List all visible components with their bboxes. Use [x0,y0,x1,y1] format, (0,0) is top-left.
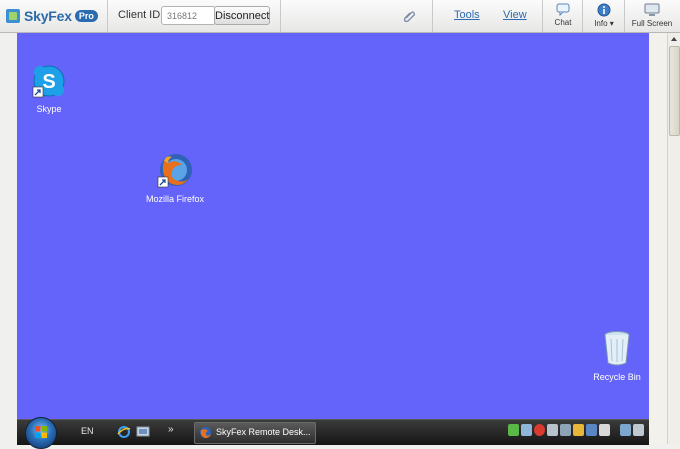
edition-badge: Pro [74,10,98,22]
taskbar-item-skyfex[interactable]: SkyFex Remote Desk... [194,422,316,444]
toolbar-divider [432,0,433,32]
update-icon[interactable] [573,424,584,436]
security-icon[interactable] [521,424,532,436]
toolbar-divider [582,0,583,32]
toolbar-divider [624,0,625,32]
show-desktop-icon[interactable] [136,425,150,439]
recycle-bin-icon [604,331,630,366]
desktop-icon-label: Mozilla Firefox [145,194,204,204]
tools-menu[interactable]: Tools [454,9,480,21]
scroll-up-arrow-icon[interactable] [671,37,677,41]
battery-icon[interactable] [560,424,571,436]
view-menu[interactable]: View [503,9,527,21]
vertical-scrollbar[interactable] [667,33,680,444]
client-id-field[interactable] [161,6,216,25]
info-icon [597,3,611,17]
desktop-icon-skype[interactable]: S Skype [25,63,73,114]
client-id-label: Client ID: [118,9,164,21]
lock-icon[interactable] [586,424,597,436]
volume-muted-icon[interactable] [633,424,644,436]
toolbar: SkyFex Pro Client ID: Disconnect Tools V… [0,0,680,33]
info-button[interactable]: Info ▾ [588,3,620,31]
language-indicator[interactable]: EN [81,426,94,436]
toolbar-divider [280,0,281,32]
skyfex-logo: SkyFex Pro [6,7,98,25]
start-button[interactable] [25,417,57,449]
system-tray [508,424,644,440]
info-label: Info ▾ [594,19,614,28]
printer-icon[interactable] [547,424,558,436]
taskbar-overflow-chevron[interactable]: » [168,424,174,435]
svg-text:S: S [42,71,55,93]
firefox-small-icon [200,427,211,438]
toolbar-divider [107,0,108,32]
chat-icon [556,3,570,16]
windows-logo-icon [35,426,47,438]
remote-desktop[interactable]: S Skype Mozilla Firefox Recycle Bin [17,33,649,419]
monitor-icon [644,3,660,16]
chat-label: Chat [554,18,572,27]
brand-name: SkyFex [24,8,72,24]
error-icon[interactable] [534,424,545,436]
scrollbar-thumb[interactable] [669,46,680,136]
full-screen-button[interactable]: Full Screen [630,3,674,31]
desktop-icon-recycle-bin[interactable]: Recycle Bin [589,329,645,382]
desktop-icon-label: Recycle Bin [593,372,641,382]
desktop-icon-firefox[interactable]: Mozilla Firefox [139,151,211,204]
toolbar-divider [542,0,543,32]
taskbar: EN » SkyFex Remote Desk... [17,417,649,449]
skyfex-logo-icon [6,9,20,23]
firefox-icon [157,154,192,188]
chat-button[interactable]: Chat [550,3,576,31]
paperclip-icon[interactable] [402,9,416,23]
grid-icon[interactable] [599,424,610,436]
internet-explorer-icon[interactable] [117,425,131,439]
network-icon[interactable] [508,424,519,436]
disconnect-button[interactable]: Disconnect [214,6,270,25]
viewer-left-margin [0,33,17,444]
desktop-icon-label: Skype [36,104,62,114]
full-screen-label: Full Screen [631,19,673,28]
skype-icon: S [32,65,65,98]
display-icon[interactable] [620,424,631,436]
taskbar-item-label: SkyFex Remote Desk... [216,427,311,437]
